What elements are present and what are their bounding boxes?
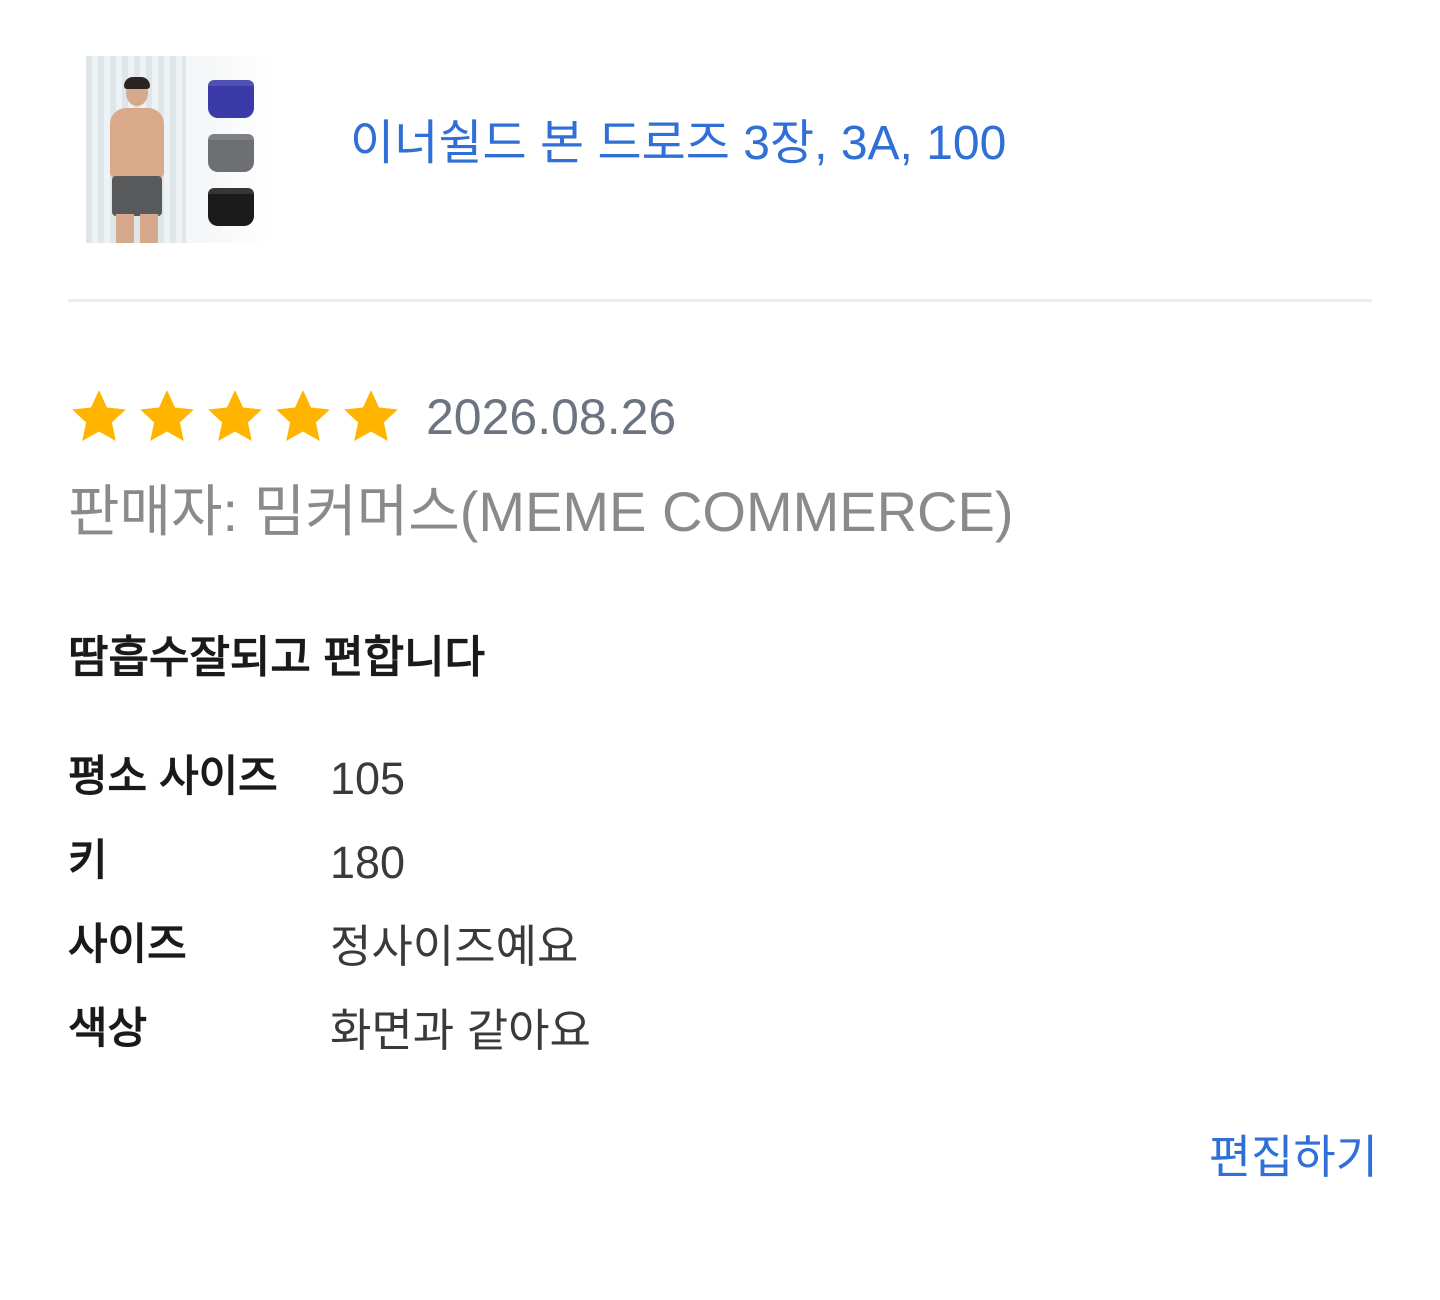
model-figure (100, 77, 170, 243)
product-title-link[interactable]: 이너쉴드 본 드로즈 3장, 3A, 100 (350, 120, 1006, 168)
gray-briefs-swatch (208, 134, 254, 172)
product-header: 이너쉴드 본 드로즈 3장, 3A, 100 (86, 56, 1376, 243)
product-thumbnail[interactable] (86, 56, 273, 243)
attribute-label: 키 (68, 837, 108, 885)
review-date: 2026.08.26 (426, 389, 677, 445)
attribute-row: 평소 사이즈 105 (68, 752, 768, 836)
star-icon (140, 390, 194, 442)
review-attributes: 평소 사이즈 105 키 180 사이즈 정사이즈예요 색상 화면과 같아요 (68, 752, 768, 1088)
navy-briefs-swatch (208, 80, 254, 118)
section-divider (68, 299, 1372, 302)
attribute-label: 사이즈 (68, 921, 187, 969)
black-briefs-swatch (208, 188, 254, 226)
star-icon (208, 390, 262, 442)
attribute-row: 사이즈 정사이즈예요 (68, 920, 768, 1004)
star-icon (276, 390, 330, 442)
attribute-label: 색상 (68, 1005, 148, 1053)
attribute-value: 화면과 같아요 (330, 1005, 591, 1056)
attribute-value: 정사이즈예요 (330, 921, 579, 972)
attribute-value: 105 (330, 753, 406, 804)
attribute-row: 키 180 (68, 836, 768, 920)
attribute-row: 색상 화면과 같아요 (68, 1004, 768, 1088)
star-icon (72, 390, 126, 442)
review-headline: 땀흡수잘되고 편합니다 (68, 633, 486, 682)
rating-row: 2026.08.26 (66, 386, 676, 448)
edit-review-button[interactable]: 편집하기 (1209, 1134, 1378, 1180)
star-icon (344, 390, 398, 442)
star-rating (66, 386, 404, 448)
seller-name: 판매자: 밈커머스(MEME COMMERCE) (68, 480, 1014, 543)
attribute-value: 180 (330, 837, 406, 888)
attribute-label: 평소 사이즈 (68, 753, 278, 801)
